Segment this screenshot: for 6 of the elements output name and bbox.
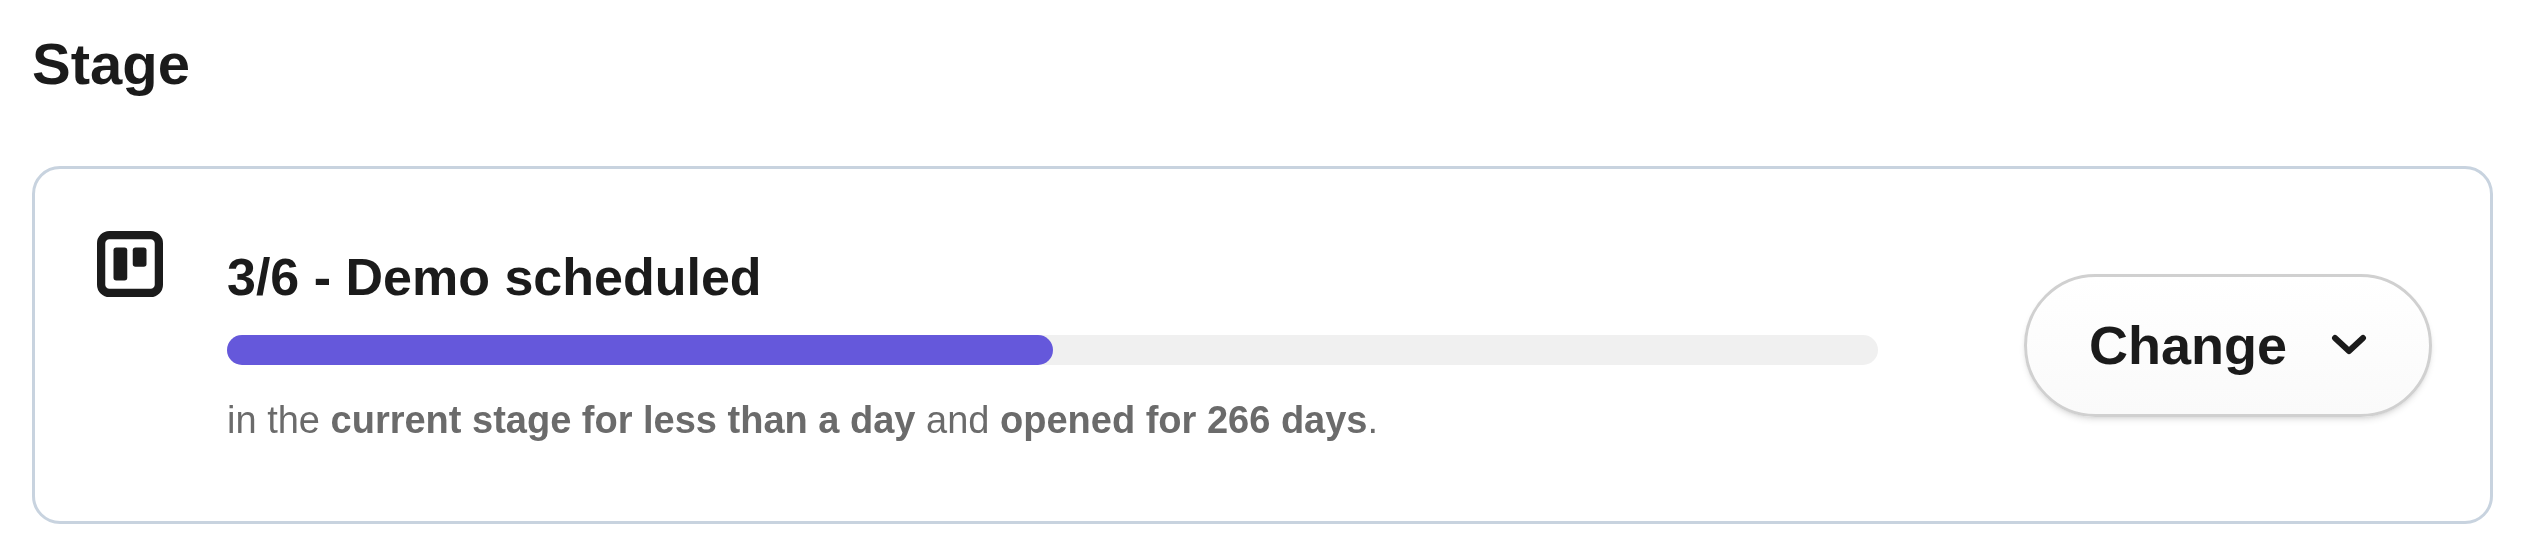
- section-title: Stage: [32, 30, 191, 98]
- change-button[interactable]: Change: [2023, 273, 2432, 417]
- board-icon: [97, 231, 163, 297]
- chevron-down-icon: [2331, 333, 2367, 357]
- stage-summary: in the current stage for less than a day and opened for 266 days.: [227, 398, 1380, 443]
- stage-title: 3/6 - Demo scheduled: [227, 247, 763, 308]
